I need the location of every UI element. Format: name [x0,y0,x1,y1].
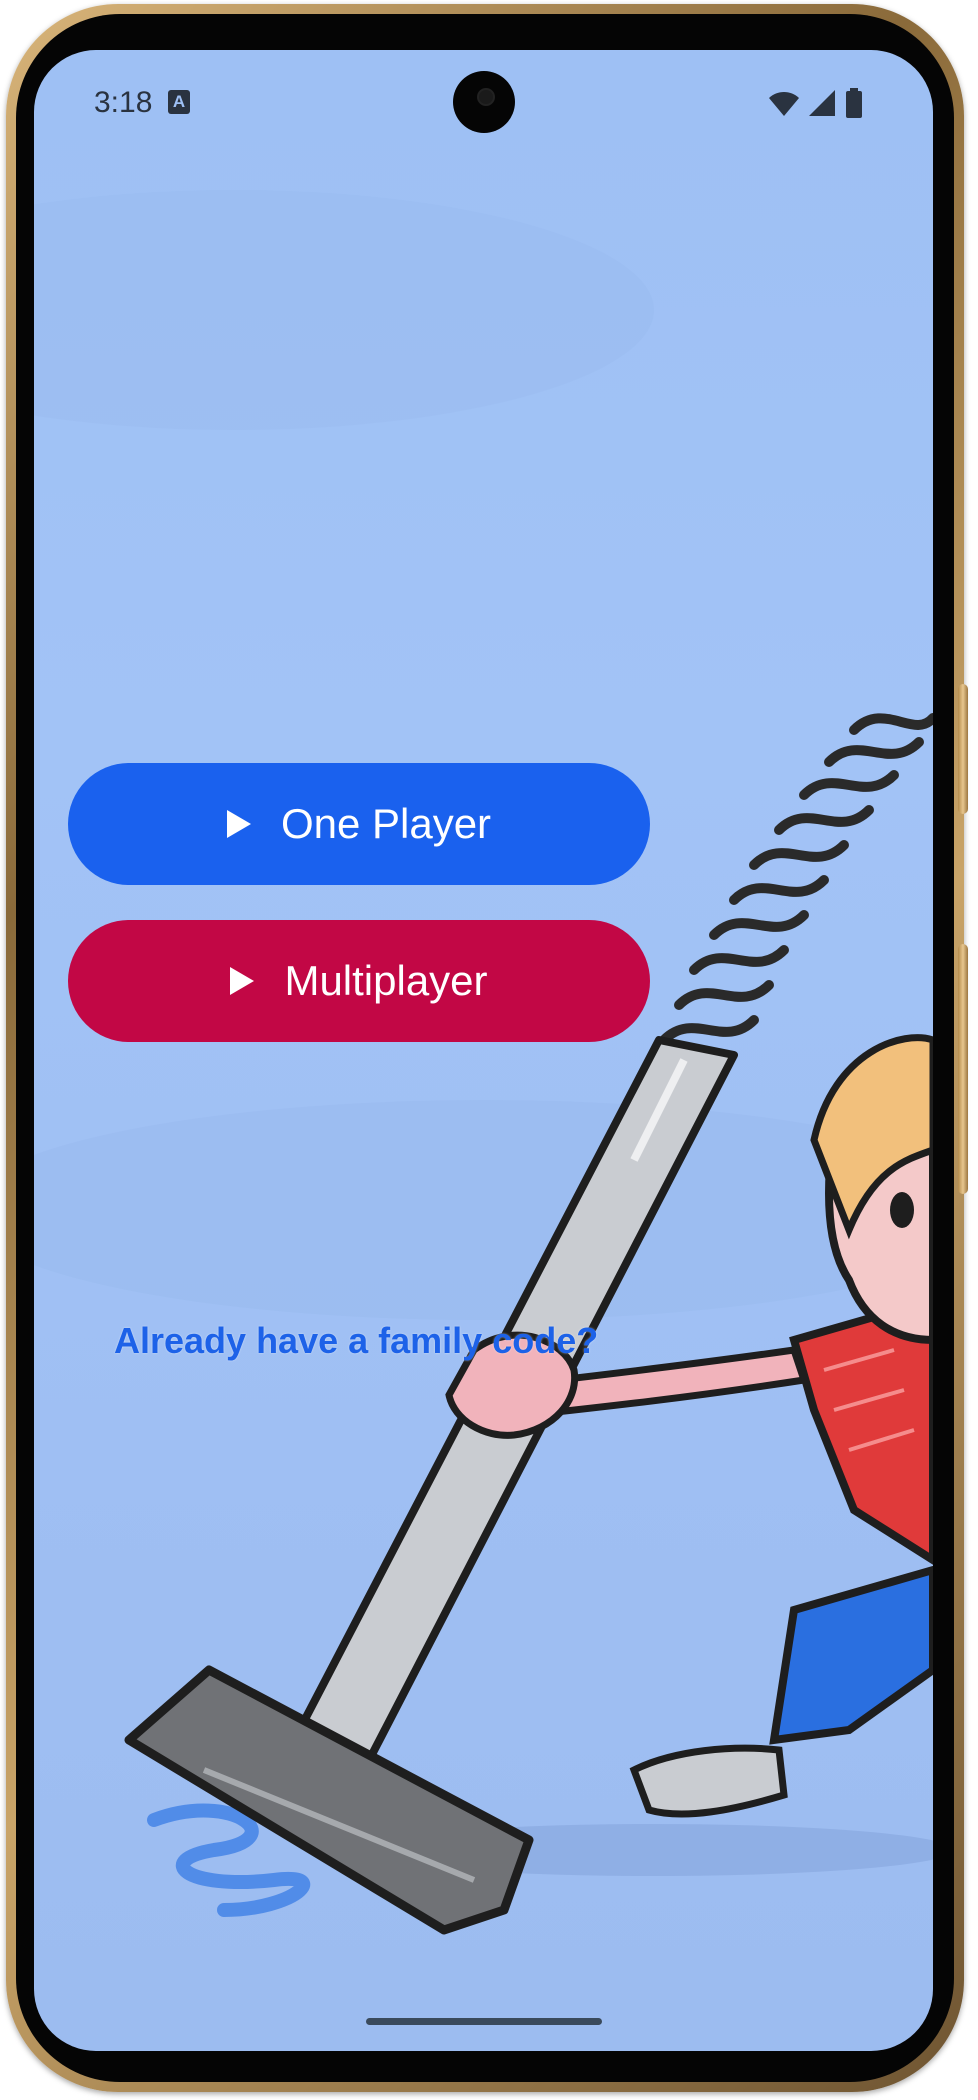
one-player-button[interactable]: One Player [68,763,650,885]
notification-a-icon: A [168,90,190,114]
play-icon [230,967,255,995]
play-icon [226,810,251,838]
status-time: 3:18 [94,86,153,119]
app-screen: 3:18 A One Player Multiplayer Already ha… [34,50,933,2051]
battery-icon [846,88,862,118]
status-bar: 3:18 A [34,50,933,160]
family-code-link[interactable]: Already have a family code? [114,1320,598,1362]
front-camera [453,71,515,133]
one-player-label: One Player [280,800,492,847]
home-gesture-bar[interactable] [366,2018,602,2025]
cellular-signal-icon [809,90,835,116]
power-button [958,684,968,814]
vacuum-hose [659,713,933,1045]
multiplayer-label: Multiplayer [284,957,488,1004]
multiplayer-button[interactable]: Multiplayer [68,920,650,1042]
wifi-icon [769,92,799,116]
vacuum-cleaner-boy-illustration [34,190,933,1935]
volume-button [958,944,968,1194]
status-icons [767,88,877,118]
